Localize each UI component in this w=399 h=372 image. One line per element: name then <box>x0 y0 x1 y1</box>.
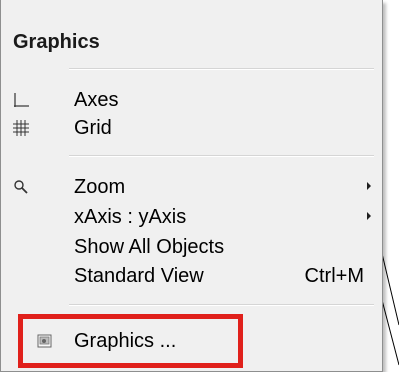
menu-item-label: Zoom <box>74 176 126 198</box>
menu-item-zoom[interactable]: Zoom <box>1 173 382 202</box>
highlight-box <box>18 314 243 368</box>
menu-item-xaxis-yaxis[interactable]: xAxis : yAxis <box>1 203 382 232</box>
menu-item-label: Grid <box>74 117 112 139</box>
menu-item-show-all-objects[interactable]: Show All Objects <box>1 233 382 262</box>
menu-separator <box>69 304 374 306</box>
submenu-arrow-icon <box>367 182 371 190</box>
menu-item-standard-view[interactable]: Standard View Ctrl+M <box>1 262 382 291</box>
menu-item-label: Standard View <box>74 265 204 287</box>
menu-item-label: Show All Objects <box>74 236 225 258</box>
menu-title: Graphics <box>13 31 100 53</box>
grid-icon <box>12 119 30 137</box>
axes-icon <box>12 91 30 109</box>
menu-item-label: Axes <box>74 89 119 111</box>
menu-item-shortcut: Ctrl+M <box>304 265 364 287</box>
menu-item-axes[interactable]: Axes <box>1 86 382 115</box>
menu-item-label: xAxis : yAxis <box>74 206 187 228</box>
zoom-icon <box>12 178 30 196</box>
menu-item-grid[interactable]: Grid <box>1 114 382 143</box>
menu-separator <box>69 68 374 70</box>
menu-separator <box>69 155 374 157</box>
submenu-arrow-icon <box>367 212 371 220</box>
